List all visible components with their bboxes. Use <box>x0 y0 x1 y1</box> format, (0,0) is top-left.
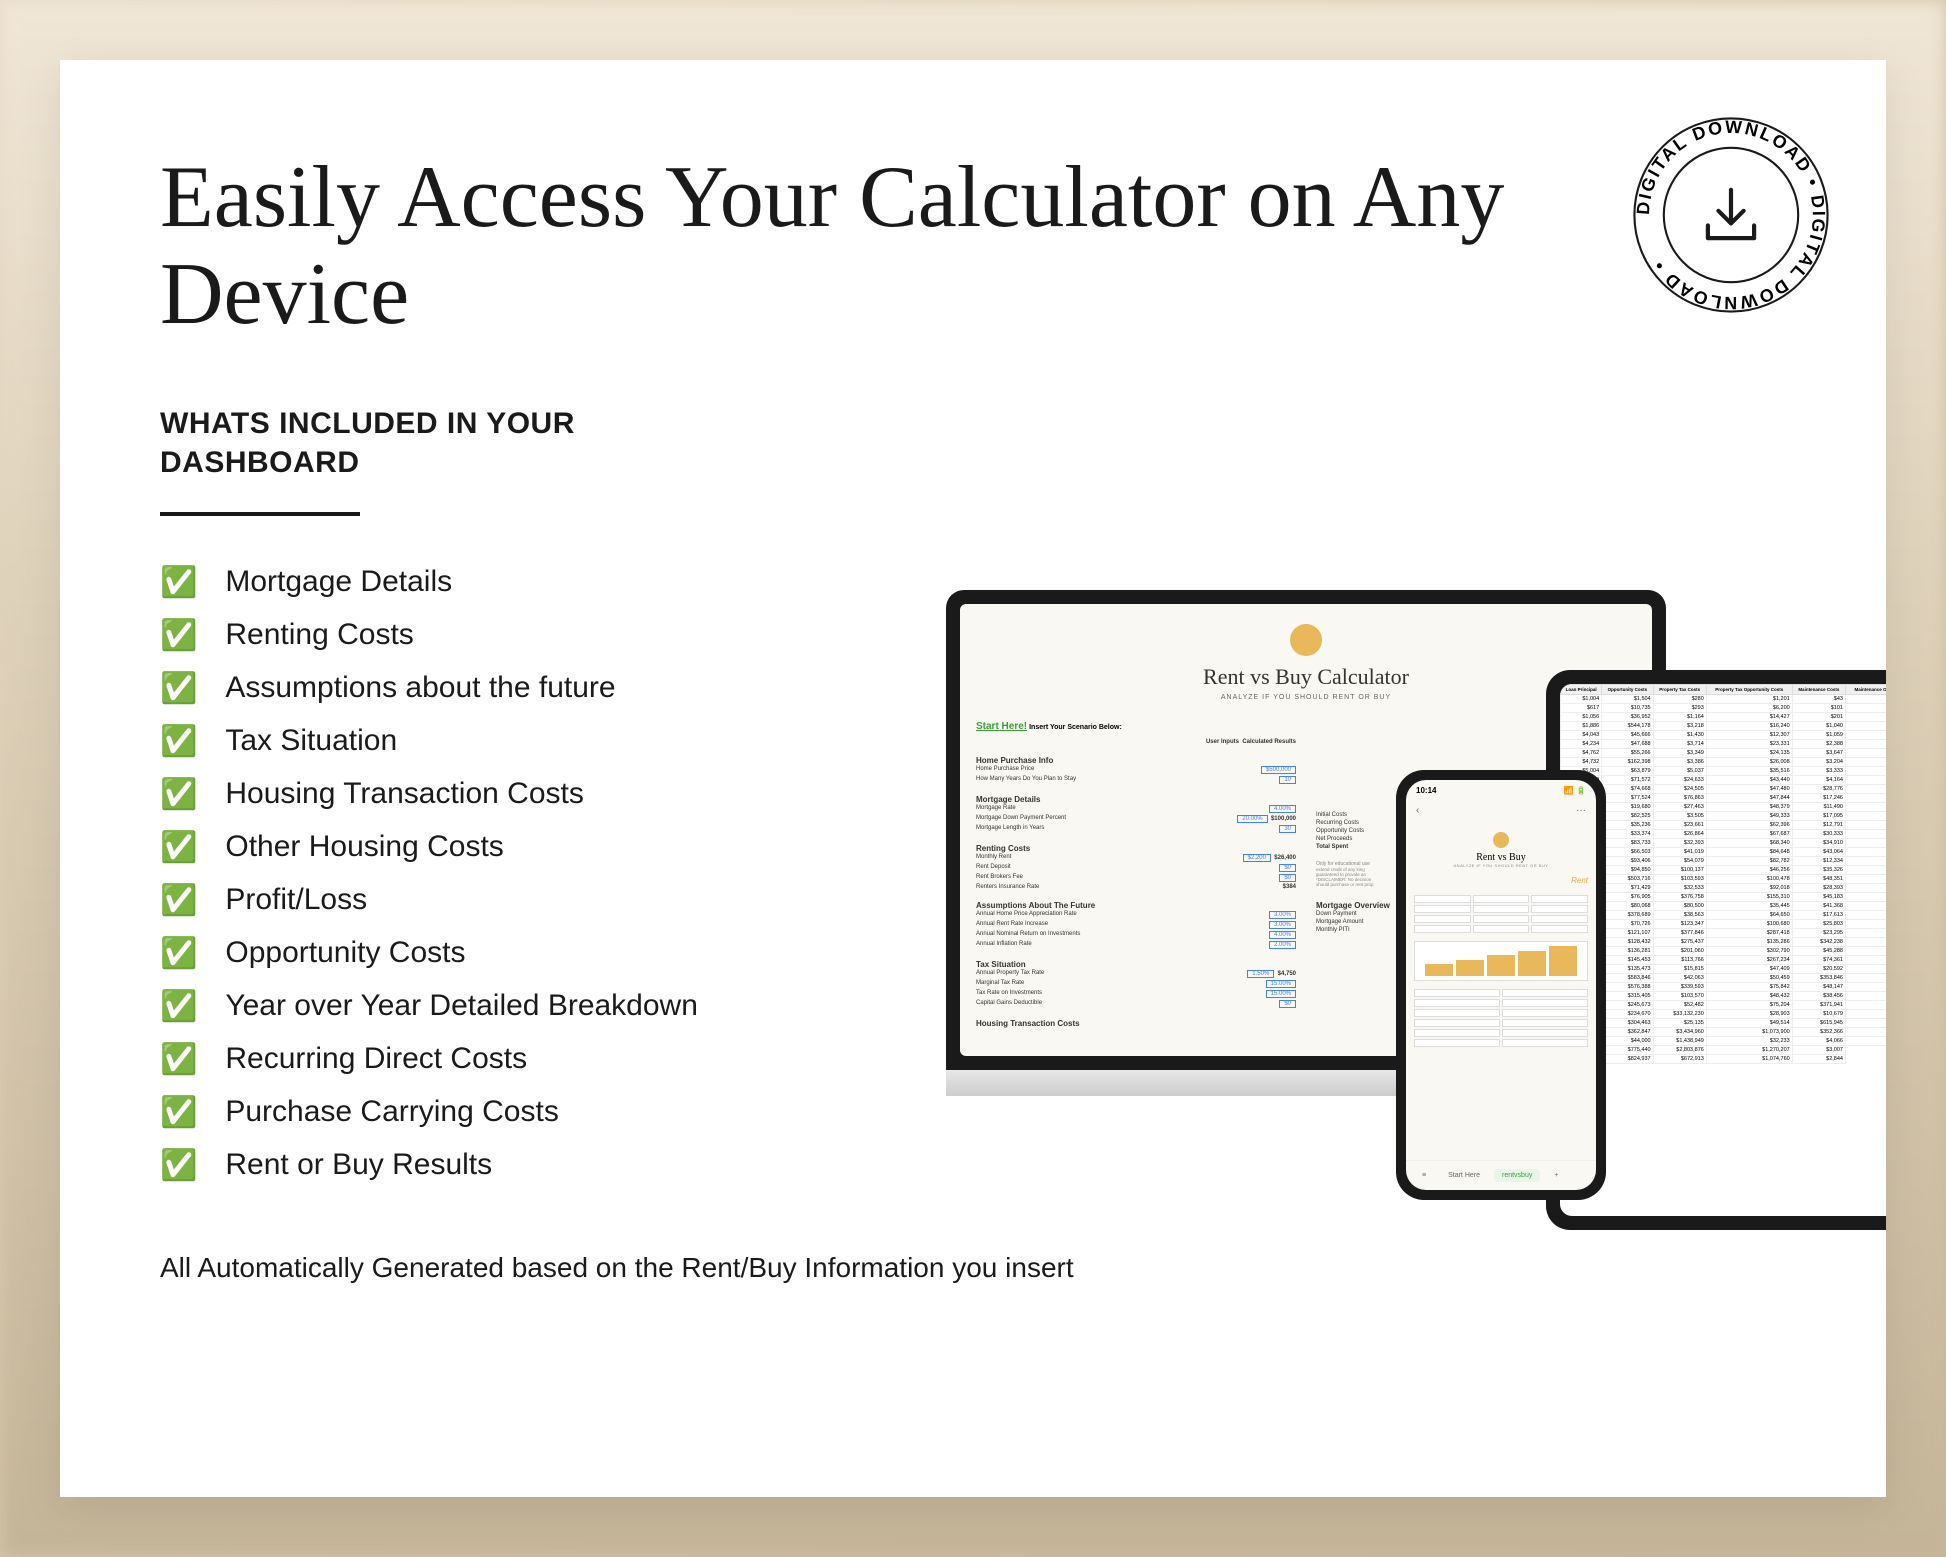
checklist-label: Recurring Direct Costs <box>225 1042 527 1076</box>
checklist-label: Assumptions about the future <box>225 671 615 705</box>
checklist-label: Purchase Carrying Costs <box>225 1095 558 1129</box>
check-icon: ✅ <box>160 830 197 865</box>
checklist-label: Profit/Loss <box>225 883 367 917</box>
checklist-item: ✅ Recurring Direct Costs <box>160 1033 1786 1086</box>
main-card: DIGITAL DOWNLOAD • DIGITAL DOWNLOAD • Ea… <box>60 60 1886 1497</box>
check-icon: ✅ <box>160 989 197 1024</box>
checklist-item: ✅ Year over Year Detailed Breakdown <box>160 980 1786 1033</box>
divider <box>160 512 360 516</box>
features-checklist: ✅ Mortgage Details ✅ Renting Costs ✅ Assumpti… <box>160 556 1786 1192</box>
page-title: Easily Access Your Calculator on Any Dev… <box>160 150 1560 344</box>
check-icon: ✅ <box>160 936 197 971</box>
checklist-label: Rent or Buy Results <box>225 1148 492 1182</box>
digital-download-badge: DIGITAL DOWNLOAD • DIGITAL DOWNLOAD • <box>1626 110 1836 320</box>
checklist-item: ✅ Mortgage Details <box>160 556 1786 609</box>
checklist-item: ✅ Assumptions about the future <box>160 662 1786 715</box>
check-icon: ✅ <box>160 671 197 706</box>
section-subtitle: WHATS INCLUDED IN YOUR DASHBOARD <box>160 404 660 482</box>
checklist-label: Opportunity Costs <box>225 936 465 970</box>
checklist-label: Mortgage Details <box>225 565 452 599</box>
footer-note: All Automatically Generated based on the… <box>160 1252 1786 1284</box>
check-icon: ✅ <box>160 777 197 812</box>
check-icon: ✅ <box>160 883 197 918</box>
checklist-label: Year over Year Detailed Breakdown <box>225 989 698 1023</box>
checklist-item: ✅ Renting Costs <box>160 609 1786 662</box>
checklist-label: Renting Costs <box>225 618 413 652</box>
checklist-label: Housing Transaction Costs <box>225 777 584 811</box>
check-icon: ✅ <box>160 1095 197 1130</box>
check-icon: ✅ <box>160 724 197 759</box>
check-icon: ✅ <box>160 1042 197 1077</box>
checklist-item: ✅ Purchase Carrying Costs <box>160 1086 1786 1139</box>
check-icon: ✅ <box>160 1148 197 1183</box>
checklist-item: ✅ Rent or Buy Results <box>160 1139 1786 1192</box>
check-icon: ✅ <box>160 618 197 653</box>
checklist-item: ✅ Other Housing Costs <box>160 821 1786 874</box>
checklist-label: Tax Situation <box>225 724 397 758</box>
checklist-item: ✅ Opportunity Costs <box>160 927 1786 980</box>
check-icon: ✅ <box>160 565 197 600</box>
checklist-label: Other Housing Costs <box>225 830 503 864</box>
checklist-item: ✅ Housing Transaction Costs <box>160 768 1786 821</box>
checklist-item: ✅ Tax Situation <box>160 715 1786 768</box>
checklist-item: ✅ Profit/Loss <box>160 874 1786 927</box>
